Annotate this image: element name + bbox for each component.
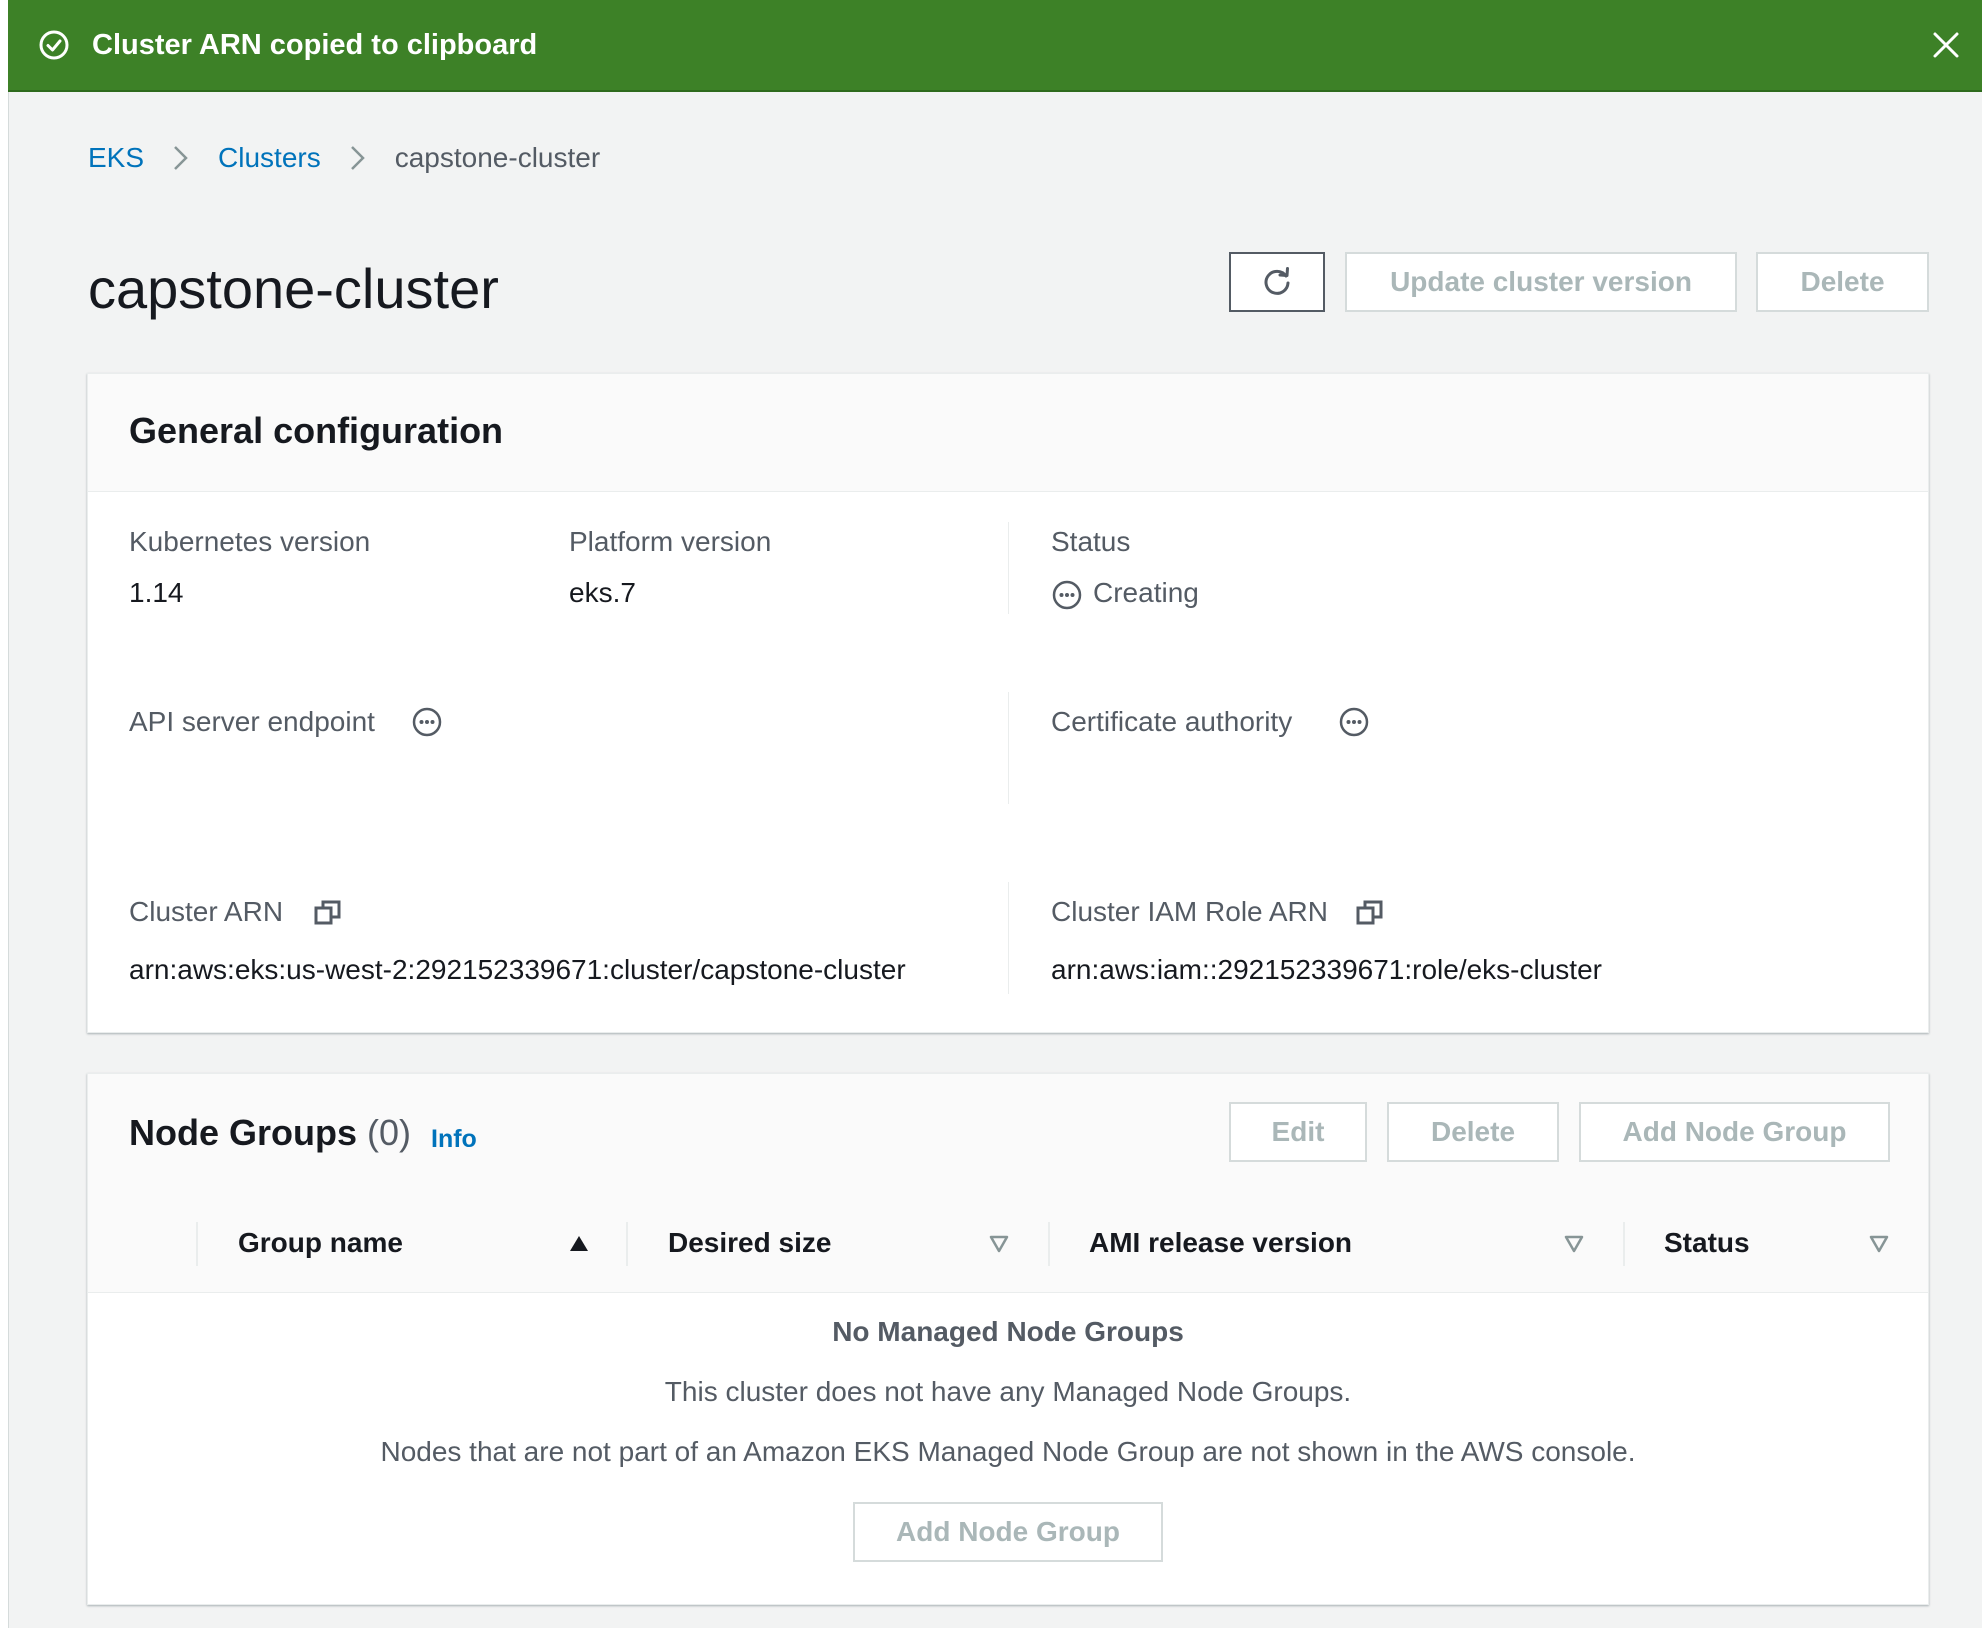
loading-icon: [1339, 707, 1369, 737]
info-link[interactable]: Info: [431, 1125, 477, 1154]
api-server-endpoint-label: API server endpoint: [129, 706, 375, 737]
breadcrumb-current: capstone-cluster: [394, 142, 601, 173]
column-divider: [1008, 882, 1009, 994]
copy-icon[interactable]: [1355, 898, 1385, 928]
column-divider: [1008, 692, 1009, 804]
breadcrumb: EKS Clusters capstone-cluster: [88, 142, 600, 174]
table-header: Group name Desired size AMI release vers…: [88, 1194, 1928, 1293]
column-header-group-name[interactable]: Group name: [238, 1194, 403, 1292]
column-separator: [196, 1222, 198, 1266]
column-label: AMI release version: [1089, 1227, 1353, 1258]
sort-icon[interactable]: [1868, 1234, 1890, 1254]
page-title: capstone-cluster: [88, 257, 499, 320]
pending-status-icon: [1052, 580, 1082, 610]
chevron-right-icon: [174, 146, 188, 170]
status-label: Status: [1051, 526, 1131, 557]
sort-ascending-icon[interactable]: [568, 1234, 590, 1254]
refresh-button[interactable]: [1229, 252, 1325, 312]
node-groups-count: (0): [367, 1112, 412, 1153]
copy-icon[interactable]: [313, 898, 343, 928]
node-groups-panel: Node Groups (0) Info Edit Delete Add Nod…: [87, 1073, 1929, 1605]
empty-state-description: This cluster does not have any Managed N…: [664, 1376, 1352, 1407]
breadcrumb-eks-link[interactable]: EKS: [88, 142, 144, 174]
edit-node-group-button[interactable]: Edit: [1229, 1102, 1367, 1162]
cluster-iam-role-arn-label: Cluster IAM Role ARN: [1051, 896, 1328, 927]
close-icon[interactable]: [1926, 25, 1966, 65]
add-node-group-button[interactable]: Add Node Group: [1579, 1102, 1890, 1162]
column-label: Desired size: [668, 1227, 832, 1258]
cluster-iam-role-arn-value: arn:aws:iam::292152339671:role/eks-clust…: [1051, 954, 1602, 985]
platform-version-value: eks.7: [569, 577, 636, 608]
delete-cluster-button[interactable]: Delete: [1756, 252, 1929, 312]
empty-state-add-node-group-button[interactable]: Add Node Group: [853, 1502, 1163, 1562]
success-check-icon: [39, 30, 69, 60]
sort-icon[interactable]: [988, 1234, 1010, 1254]
column-separator: [1048, 1222, 1050, 1266]
node-groups-title-text: Node Groups: [129, 1112, 358, 1153]
general-configuration-header: General configuration: [88, 374, 1928, 492]
cluster-arn-value: arn:aws:eks:us-west-2:292152339671:clust…: [129, 954, 906, 985]
delete-node-group-button[interactable]: Delete: [1387, 1102, 1559, 1162]
left-edge: [0, 0, 9, 1628]
flash-notification: Cluster ARN copied to clipboard: [8, 0, 1982, 92]
kubernetes-version-label: Kubernetes version: [129, 526, 371, 557]
column-label: Status: [1664, 1227, 1750, 1258]
column-label: Group name: [238, 1227, 403, 1258]
sort-icon[interactable]: [1563, 1234, 1585, 1254]
empty-state-note: Nodes that are not part of an Amazon EKS…: [380, 1436, 1636, 1467]
cluster-arn-label: Cluster ARN: [129, 896, 284, 927]
refresh-icon: [1264, 267, 1290, 295]
column-header-ami-release-version[interactable]: AMI release version: [1089, 1194, 1352, 1292]
empty-state-title: No Managed Node Groups: [832, 1316, 1184, 1347]
breadcrumb-clusters-link[interactable]: Clusters: [218, 142, 321, 174]
general-configuration-panel: General configuration Kubernetes version…: [87, 373, 1929, 1033]
chevron-right-icon: [350, 146, 365, 170]
column-header-desired-size[interactable]: Desired size: [668, 1194, 831, 1292]
node-groups-title: Node Groups (0): [129, 1112, 411, 1154]
status-value: Creating: [1093, 577, 1199, 608]
general-configuration-title: General configuration: [129, 410, 504, 451]
platform-version-label: Platform version: [569, 526, 772, 557]
column-separator: [1623, 1222, 1625, 1266]
flash-message: Cluster ARN copied to clipboard: [92, 28, 538, 61]
update-cluster-version-button[interactable]: Update cluster version: [1345, 252, 1737, 312]
column-header-status[interactable]: Status: [1664, 1194, 1750, 1292]
loading-icon: [412, 707, 442, 737]
column-separator: [626, 1222, 628, 1266]
column-divider: [1008, 522, 1009, 614]
certificate-authority-label: Certificate authority: [1051, 706, 1293, 737]
kubernetes-version-value: 1.14: [129, 577, 184, 608]
